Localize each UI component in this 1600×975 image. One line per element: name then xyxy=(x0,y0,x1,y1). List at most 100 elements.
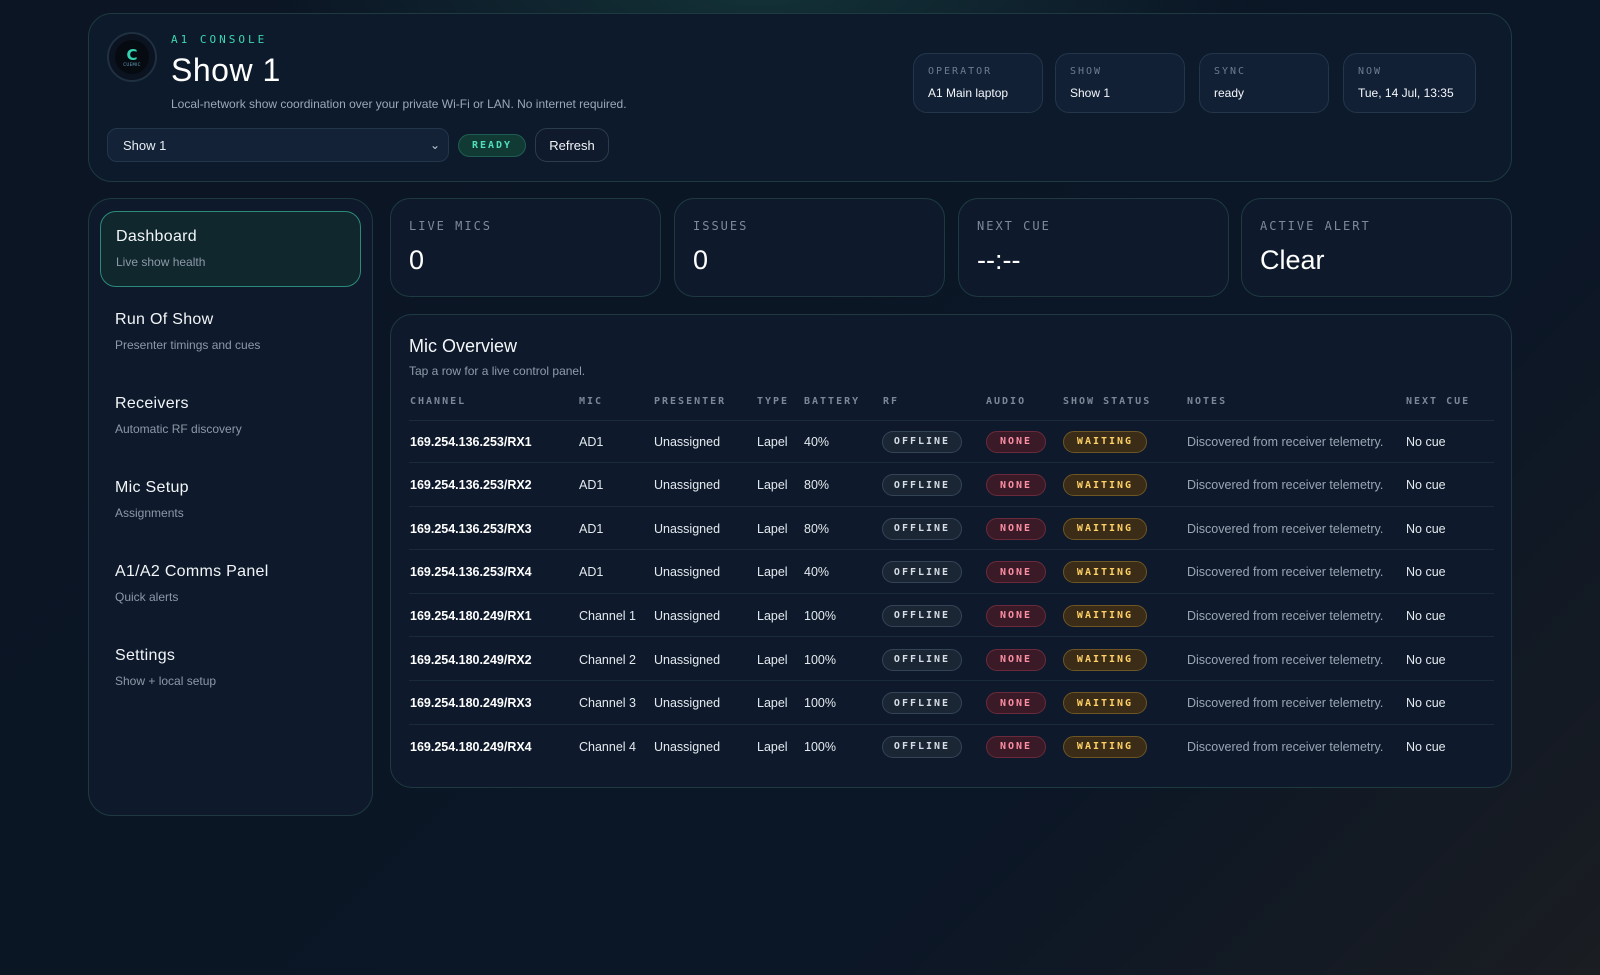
type-cell: Lapel xyxy=(757,696,788,711)
mic-overview-panel: Mic Overview Tap a row for a live contro… xyxy=(390,314,1512,788)
stat-issues: ISSUES 0 xyxy=(674,198,945,297)
type-cell: Lapel xyxy=(757,434,788,449)
presenter-cell: Unassigned xyxy=(654,521,721,536)
sidebar-item-receivers[interactable]: Receivers Automatic RF discovery xyxy=(100,379,361,455)
rf-status-cell: OFFLINE xyxy=(882,682,962,725)
sidebar-item-settings[interactable]: Settings Show + local setup xyxy=(100,631,361,707)
sidebar-item-comms-panel[interactable]: A1/A2 Comms Panel Quick alerts xyxy=(100,547,361,623)
chevron-down-icon: ⌄ xyxy=(429,138,440,152)
sidebar-item-title: Receivers xyxy=(115,395,189,412)
meta-value: Tue, 14 Jul, 13:35 xyxy=(1358,86,1454,100)
show-select[interactable]: Show 1 ⌄ xyxy=(107,128,449,162)
channel-cell: 169.254.136.253/RX2 xyxy=(410,478,532,493)
sidebar-item-subtitle: Show + local setup xyxy=(115,674,217,688)
column-header-mic: MIC xyxy=(579,396,604,407)
presenter-cell: Unassigned xyxy=(654,739,721,754)
column-header-notes: NOTES xyxy=(1187,396,1228,407)
presenter-cell: Unassigned xyxy=(654,608,721,623)
channel-cell: 169.254.136.253/RX4 xyxy=(410,565,532,580)
stat-active-alert: ACTIVE ALERT Clear xyxy=(1241,198,1512,297)
sidebar-item-title: Settings xyxy=(115,647,176,664)
mic-cell: AD1 xyxy=(579,434,604,449)
table-row[interactable]: 169.254.180.249/RX4 Channel 4 Unassigned La… xyxy=(409,725,1494,768)
next-cue-cell: No cue xyxy=(1406,434,1446,449)
header-bar: C CUEMIC A1 CONSOLE Show 1 Local-network… xyxy=(88,13,1512,182)
stat-label: NEXT CUE xyxy=(977,219,1051,233)
column-header-type: TYPE xyxy=(757,396,790,407)
rf-status-pill: OFFLINE xyxy=(882,474,962,497)
sidebar-item-subtitle: Assignments xyxy=(115,506,184,520)
show-status-pill: WAITING xyxy=(1063,517,1147,540)
page-title: Show 1 xyxy=(171,52,281,88)
show-status-pill: WAITING xyxy=(1063,561,1147,584)
table-row[interactable]: 169.254.180.249/RX3 Channel 3 Unassigned La… xyxy=(409,682,1494,725)
channel-cell: 169.254.136.253/RX1 xyxy=(410,434,532,449)
audio-status-pill: NONE xyxy=(986,517,1046,540)
app-logo: C CUEMIC xyxy=(107,32,157,82)
rf-status-pill: OFFLINE xyxy=(882,561,962,584)
table-row[interactable]: 169.254.136.253/RX4 AD1 Unassigned Lapel 40%… xyxy=(409,551,1494,594)
show-card: SHOW Show 1 xyxy=(1055,53,1185,113)
mic-cell: Channel 3 xyxy=(579,696,636,711)
column-header-battery: BATTERY xyxy=(804,396,861,407)
stat-value: 0 xyxy=(693,245,709,275)
sidebar-item-run-of-show[interactable]: Run Of Show Presenter timings and cues xyxy=(100,295,361,371)
logo-glyph: C xyxy=(126,45,138,64)
show-status-cell: WAITING xyxy=(1063,464,1147,507)
presenter-cell: Unassigned xyxy=(654,478,721,493)
audio-status-cell: NONE xyxy=(986,420,1046,463)
table-row[interactable]: 169.254.180.249/RX1 Channel 1 Unassigned La… xyxy=(409,594,1494,638)
status-badge: READY xyxy=(458,134,526,157)
stat-live-mics: LIVE MICS 0 xyxy=(390,198,661,297)
next-cue-cell: No cue xyxy=(1406,478,1446,493)
logo-wordmark: CUEMIC xyxy=(123,61,141,67)
notes-cell: Discovered from receiver telemetry. xyxy=(1187,434,1384,449)
meta-label: NOW xyxy=(1358,66,1383,77)
audio-status-cell: NONE xyxy=(986,507,1046,550)
audio-status-pill: NONE xyxy=(986,648,1046,671)
mic-cell: Channel 2 xyxy=(579,652,636,667)
audio-status-cell: NONE xyxy=(986,551,1046,594)
notes-cell: Discovered from receiver telemetry. xyxy=(1187,652,1384,667)
meta-label: OPERATOR xyxy=(928,66,993,77)
refresh-button[interactable]: Refresh xyxy=(535,128,609,162)
audio-status-cell: NONE xyxy=(986,638,1046,681)
channel-cell: 169.254.180.249/RX2 xyxy=(410,652,532,667)
battery-cell: 100% xyxy=(804,652,836,667)
show-status-cell: WAITING xyxy=(1063,594,1147,637)
sidebar-item-title: A1/A2 Comms Panel xyxy=(115,563,269,580)
rf-status-cell: OFFLINE xyxy=(882,725,962,768)
mic-cell: Channel 4 xyxy=(579,739,636,754)
show-status-pill: WAITING xyxy=(1063,692,1147,715)
stat-label: ISSUES xyxy=(693,219,749,233)
show-status-cell: WAITING xyxy=(1063,725,1147,768)
sidebar-item-mic-setup[interactable]: Mic Setup Assignments xyxy=(100,463,361,539)
table-row[interactable]: 169.254.136.253/RX1 AD1 Unassigned Lapel 40%… xyxy=(409,420,1494,463)
meta-label: SHOW xyxy=(1070,66,1103,77)
battery-cell: 100% xyxy=(804,696,836,711)
show-status-cell: WAITING xyxy=(1063,420,1147,463)
type-cell: Lapel xyxy=(757,739,788,754)
battery-cell: 100% xyxy=(804,608,836,623)
notes-cell: Discovered from receiver telemetry. xyxy=(1187,739,1384,754)
battery-cell: 100% xyxy=(804,739,836,754)
show-status-cell: WAITING xyxy=(1063,638,1147,681)
panel-title: Mic Overview xyxy=(409,336,518,356)
table-row[interactable]: 169.254.136.253/RX2 AD1 Unassigned Lapel 80%… xyxy=(409,464,1494,507)
audio-status-cell: NONE xyxy=(986,725,1046,768)
rf-status-pill: OFFLINE xyxy=(882,648,962,671)
show-status-pill: WAITING xyxy=(1063,648,1147,671)
table-row[interactable]: 169.254.136.253/RX3 AD1 Unassigned Lapel 80%… xyxy=(409,507,1494,551)
stat-next-cue: NEXT CUE --:-- xyxy=(958,198,1229,297)
rf-status-cell: OFFLINE xyxy=(882,464,962,507)
table-row[interactable]: 169.254.180.249/RX2 Channel 2 Unassigned La… xyxy=(409,638,1494,681)
sidebar-item-dashboard[interactable]: Dashboard Live show health xyxy=(100,211,361,287)
show-status-cell: WAITING xyxy=(1063,682,1147,725)
page-subtitle: Local-network show coordination over you… xyxy=(171,97,627,111)
notes-cell: Discovered from receiver telemetry. xyxy=(1187,608,1384,623)
battery-cell: 40% xyxy=(804,565,830,580)
meta-value: A1 Main laptop xyxy=(928,86,1009,100)
rf-status-pill: OFFLINE xyxy=(882,430,962,453)
rf-status-cell: OFFLINE xyxy=(882,594,962,637)
show-select-value: Show 1 xyxy=(123,137,167,153)
